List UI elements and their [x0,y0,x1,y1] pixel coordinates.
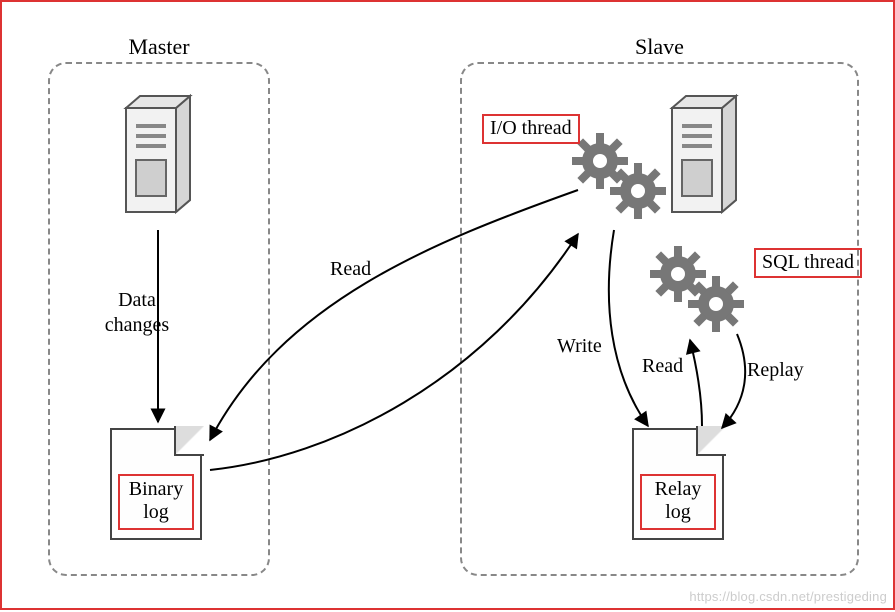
sql-thread-label: SQL thread [754,248,862,278]
binary-log-label: Binary log [118,474,194,530]
diagram-frame: Master Slave [0,0,895,610]
replay-label: Replay [747,358,804,383]
sql-thread-gears-icon [640,240,750,346]
read-label: Read [330,257,371,282]
master-title: Master [50,34,268,60]
io-thread-label: I/O thread [482,114,580,144]
slave-title: Slave [462,34,857,60]
write-label: Write [557,334,602,359]
slave-server-icon [660,90,750,236]
watermark: https://blog.csdn.net/prestigeding [689,589,887,604]
master-server-icon [114,90,204,236]
data-changes-label: Data changes [92,288,182,338]
relay-log-doc: Relay log [632,428,724,540]
read2-label: Read [642,354,683,379]
relay-log-label: Relay log [640,474,716,530]
binary-log-doc: Binary log [110,428,202,540]
